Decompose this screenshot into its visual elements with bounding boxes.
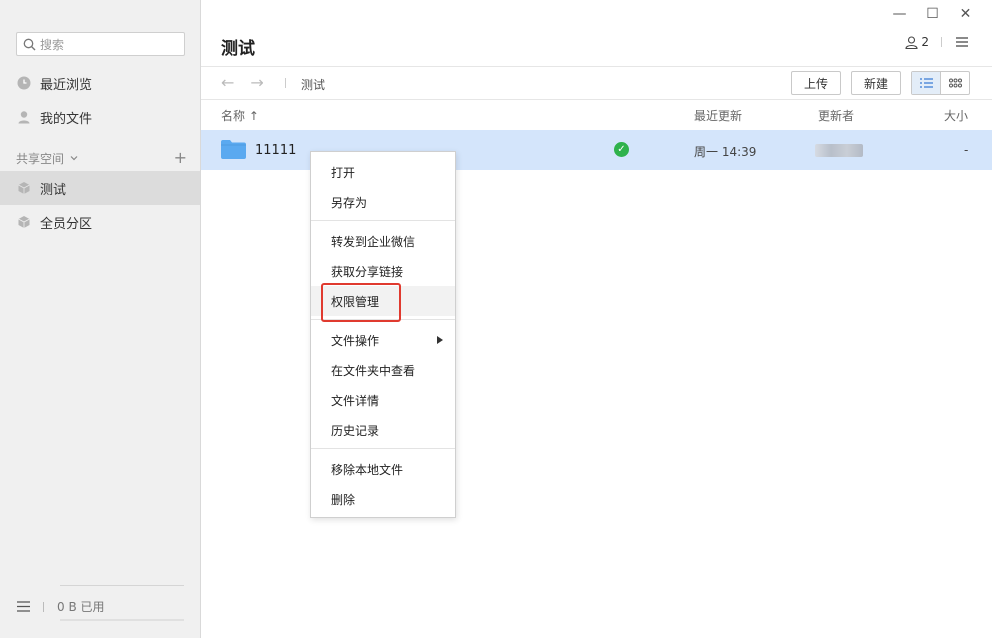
upload-button[interactable]: 上传 [791,71,841,95]
highlight-annotation [321,283,401,322]
sidebar: 搜索 最近浏览 我的文件 共享空间 + 测试 全员分区 0 B 已用 [0,0,201,638]
sidebar-item-label: 最近浏览 [40,77,93,93]
menu-item-show-in-folder[interactable]: 在文件夹中查看 [311,355,455,385]
sidebar-item-space-test[interactable]: 测试 [0,171,200,205]
list-view-icon[interactable] [912,72,941,94]
folder-icon [221,140,246,159]
file-updated: 周一 14:39 [694,145,757,159]
cube-icon [17,215,31,229]
close-icon[interactable]: ✕ [949,4,982,24]
menu-item-forward-wecom[interactable]: 转发到企业微信 [311,226,455,256]
file-name[interactable]: 11111 [255,143,296,158]
members-icon[interactable] [905,35,918,49]
storage-usage-bar [60,619,184,621]
divider [285,78,286,88]
divider [43,601,44,612]
view-toggle [911,71,970,95]
maximize-icon[interactable]: ☐ [916,4,949,24]
sync-status-icon: ✓ [614,142,629,157]
menu-item-open[interactable]: 打开 [311,157,455,187]
shared-space-header[interactable]: 共享空间 + [16,150,187,166]
column-header-updater[interactable]: 更新者 [818,107,854,124]
sidebar-item-recent[interactable]: 最近浏览 [0,66,200,100]
divider [60,585,184,586]
sidebar-item-my-files[interactable]: 我的文件 [0,100,200,134]
file-size: - [964,143,969,157]
sidebar-footer: 0 B 已用 [17,598,105,615]
sidebar-item-label: 我的文件 [40,111,93,127]
divider [201,99,992,100]
sidebar-item-space-all[interactable]: 全员分区 [0,205,200,239]
menu-icon[interactable] [956,37,968,47]
window-controls: — ☐ ✕ [883,4,982,24]
sidebar-item-label: 测试 [40,182,67,198]
menu-item-label: 文件操作 [331,333,380,348]
divider [941,37,942,47]
clock-icon [17,76,31,90]
search-input[interactable]: 搜索 [16,32,185,56]
header-actions: 2 [905,35,968,49]
column-header-updated[interactable]: 最近更新 [694,107,742,124]
forward-arrow-icon[interactable]: → [250,73,263,92]
search-icon [23,38,36,50]
menu-item-file-details[interactable]: 文件详情 [311,385,455,415]
storage-usage: 0 B 已用 [57,600,105,614]
menu-icon[interactable] [17,601,30,612]
grid-view-icon[interactable] [941,72,969,94]
back-arrow-icon[interactable]: ← [221,73,234,92]
submenu-arrow-icon [437,336,443,344]
history-nav: ← → [221,73,280,92]
divider [311,448,455,449]
shared-space-label: 共享空间 [16,151,65,166]
column-header-name[interactable]: 名称 ↑ [221,107,259,124]
context-menu: 打开 另存为 转发到企业微信 获取分享链接 权限管理 文件操作 在文件夹中查看 … [310,151,456,518]
new-button[interactable]: 新建 [851,71,901,95]
menu-item-file-ops[interactable]: 文件操作 [311,325,455,355]
member-count[interactable]: 2 [921,35,929,49]
add-space-icon[interactable]: + [174,150,187,166]
menu-item-history[interactable]: 历史记录 [311,415,455,445]
menu-item-remove-local[interactable]: 移除本地文件 [311,454,455,484]
cube-icon [17,181,31,195]
menu-item-delete[interactable]: 删除 [311,484,455,514]
menu-item-share-link[interactable]: 获取分享链接 [311,256,455,286]
column-header-size[interactable]: 大小 [944,107,968,124]
divider [311,220,455,221]
minimize-icon[interactable]: — [883,4,916,24]
sidebar-item-label: 全员分区 [40,216,93,232]
updater-avatar-blurred [815,144,863,157]
search-placeholder: 搜索 [40,37,65,52]
breadcrumb[interactable]: 测试 [301,76,325,93]
divider [201,66,992,67]
page-title: 测试 [221,39,255,59]
menu-item-save-as[interactable]: 另存为 [311,187,455,217]
user-icon [17,110,31,124]
chevron-down-icon [70,156,78,161]
